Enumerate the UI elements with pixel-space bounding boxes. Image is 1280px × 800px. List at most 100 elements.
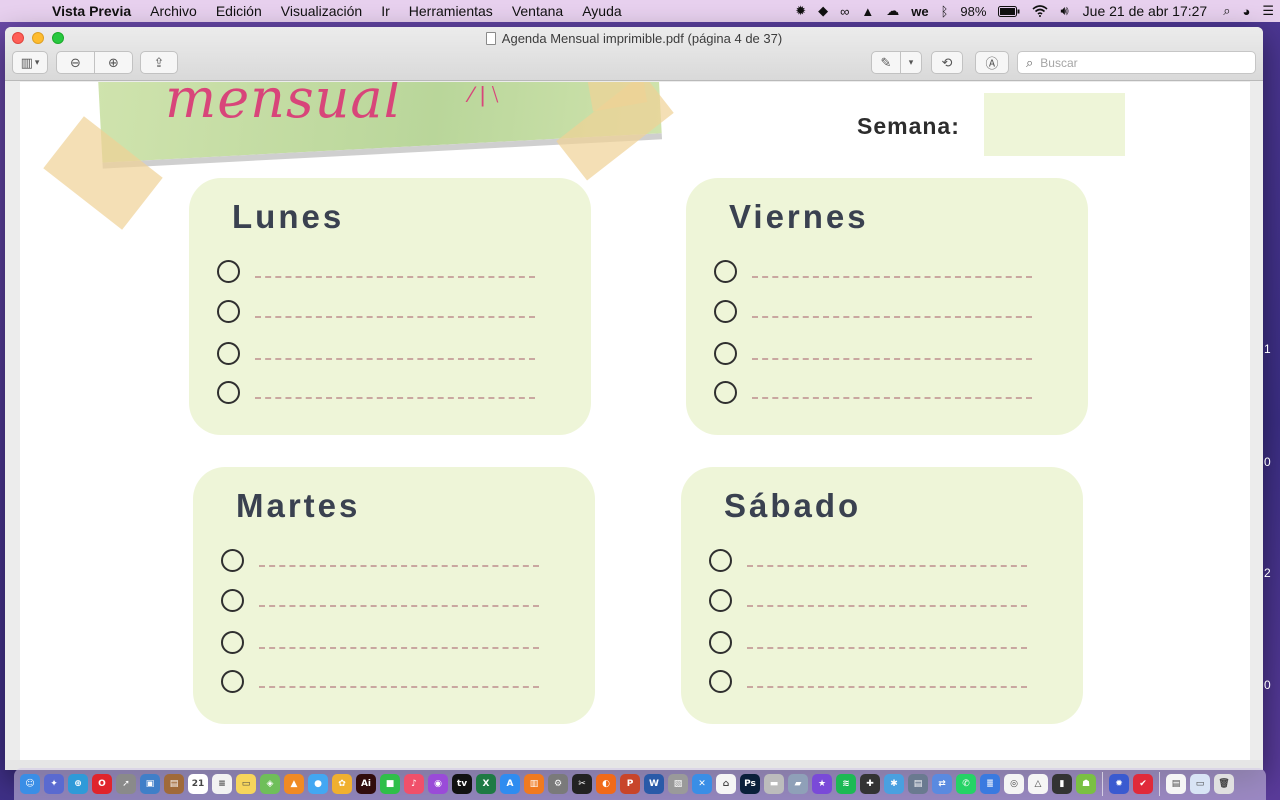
music-icon[interactable]: ♪: [404, 774, 424, 794]
checkbox-circle: [217, 260, 240, 283]
menu-ayuda[interactable]: Ayuda: [582, 3, 621, 19]
whatsapp-icon[interactable]: ✆: [956, 774, 976, 794]
calendar-icon[interactable]: 21: [188, 774, 208, 794]
search-input[interactable]: [1040, 55, 1231, 70]
photoshop-icon[interactable]: Ps: [740, 774, 760, 794]
task-row: [709, 549, 1027, 572]
sidebar-toggle-button[interactable]: ▥ ▾: [12, 51, 48, 74]
opera-icon[interactable]: O: [92, 774, 112, 794]
gear-status-icon[interactable]: ✹: [795, 3, 806, 19]
share-button[interactable]: ⇪: [140, 51, 178, 74]
wetransfer-icon[interactable]: we: [911, 4, 928, 19]
drive-status-icon[interactable]: ▲: [861, 4, 874, 19]
gamepad-icon[interactable]: ✚: [860, 774, 880, 794]
home-icon[interactable]: ⌂: [716, 774, 736, 794]
task-line: [752, 275, 1032, 278]
printer-icon[interactable]: ▬: [764, 774, 784, 794]
vlc-icon[interactable]: ▲: [284, 774, 304, 794]
page-margin-right: [1250, 82, 1263, 770]
battery-icon[interactable]: [998, 5, 1020, 17]
android-icon[interactable]: ☗: [1076, 774, 1096, 794]
tv-icon[interactable]: tv: [452, 774, 472, 794]
puzzle-icon[interactable]: ✱: [884, 774, 904, 794]
messages-icon[interactable]: ●: [308, 774, 328, 794]
search-icon: ⌕: [1026, 54, 1034, 70]
semana-label: Semana:: [857, 113, 960, 139]
spotlight-search-icon[interactable]: ⌕: [1223, 3, 1230, 19]
docs-icon[interactable]: ≣: [980, 774, 1000, 794]
zoom-out-button[interactable]: ⊖: [56, 51, 95, 74]
word-icon[interactable]: W: [644, 774, 664, 794]
task-line: [752, 357, 1032, 360]
markup-highlight-button[interactable]: ✎: [871, 51, 901, 74]
cloud-upload-icon[interactable]: ☁: [886, 3, 899, 19]
task-row: [709, 631, 1027, 654]
disk-icon[interactable]: ▤: [908, 774, 928, 794]
wifi-icon[interactable]: [1032, 5, 1048, 17]
markup-toolbar-button[interactable]: Ⓐ: [975, 51, 1009, 74]
powerpoint-icon[interactable]: P: [620, 774, 640, 794]
pdf-page-view[interactable]: mensual ⁄ | ⧵ Semana: Lunes Viernes Mart…: [5, 82, 1263, 770]
podcasts-icon[interactable]: ◉: [428, 774, 448, 794]
zoom-in-button[interactable]: ⊕: [94, 51, 133, 74]
spotify-icon[interactable]: ≋: [836, 774, 856, 794]
menu-visualizacion[interactable]: Visualización: [281, 3, 362, 19]
bluetooth-icon[interactable]: ᛒ: [941, 4, 949, 19]
task-line: [747, 685, 1027, 688]
illustrator-icon[interactable]: Ai: [356, 774, 376, 794]
folder-icon[interactable]: ▭: [1190, 774, 1210, 794]
firefox-icon[interactable]: ◐: [596, 774, 616, 794]
task-line: [255, 315, 535, 318]
clock[interactable]: Jue 21 de abr 17:27: [1083, 3, 1208, 19]
rocket-icon[interactable]: ➚: [116, 774, 136, 794]
maps-icon[interactable]: ◈: [260, 774, 280, 794]
imovie-icon[interactable]: ★: [812, 774, 832, 794]
task-row: [714, 300, 1032, 323]
menu-edicion[interactable]: Edición: [216, 3, 262, 19]
control-center-icon[interactable]: ☰: [1262, 3, 1274, 19]
shield-icon[interactable]: ✔: [1133, 774, 1153, 794]
finder-icon[interactable]: ☺: [20, 774, 40, 794]
document-icon[interactable]: ▤: [1166, 774, 1186, 794]
zoom-out-icon: ⊖: [70, 54, 81, 70]
preview-icon[interactable]: ▣: [140, 774, 160, 794]
search-field[interactable]: ⌕: [1017, 51, 1256, 74]
menu-archivo[interactable]: Archivo: [150, 3, 197, 19]
checkbox-circle: [221, 549, 244, 572]
share-icon: ⇪: [153, 54, 165, 70]
appstore-icon[interactable]: A: [500, 774, 520, 794]
launchpad-icon[interactable]: ✦: [44, 774, 64, 794]
checkbox-circle: [709, 549, 732, 572]
scanner-icon[interactable]: ▧: [668, 774, 688, 794]
notes-icon[interactable]: ▭: [236, 774, 256, 794]
books-icon[interactable]: ▥: [524, 774, 544, 794]
app-menu-vista-previa[interactable]: Vista Previa: [52, 3, 131, 19]
xcode-icon[interactable]: ✕: [692, 774, 712, 794]
migration-icon[interactable]: ⇄: [932, 774, 952, 794]
facetime-icon[interactable]: ■: [380, 774, 400, 794]
safari-icon[interactable]: ⊕: [68, 774, 88, 794]
creative-cloud-icon[interactable]: ∞: [840, 4, 849, 19]
system-prefs-icon[interactable]: ⚙: [548, 774, 568, 794]
menu-herramientas[interactable]: Herramientas: [409, 3, 493, 19]
markup-menu-button[interactable]: ▾: [900, 51, 922, 74]
menu-ventana[interactable]: Ventana: [512, 3, 563, 19]
settings-gear-icon[interactable]: ✹: [1109, 774, 1129, 794]
finalcut-icon[interactable]: ✂: [572, 774, 592, 794]
notes-brown-icon[interactable]: ▤: [164, 774, 184, 794]
drive-icon[interactable]: △: [1028, 774, 1048, 794]
volume-icon[interactable]: 🔊︎: [1060, 3, 1068, 19]
reminders-icon[interactable]: ≡: [212, 774, 232, 794]
menu-ir[interactable]: Ir: [381, 3, 390, 19]
chrome-icon[interactable]: ◎: [1004, 774, 1024, 794]
photos-icon[interactable]: ✿: [332, 774, 352, 794]
trash-icon[interactable]: 🗑: [1214, 774, 1234, 794]
task-row: [221, 549, 539, 572]
shield-status-icon[interactable]: ◆: [818, 3, 828, 19]
excel-icon[interactable]: X: [476, 774, 496, 794]
siri-icon[interactable]: ◕: [1242, 4, 1250, 19]
checkbox-circle: [709, 631, 732, 654]
usb-icon[interactable]: ▮: [1052, 774, 1072, 794]
rotate-button[interactable]: ⟲: [931, 51, 963, 74]
car-icon[interactable]: ▰: [788, 774, 808, 794]
